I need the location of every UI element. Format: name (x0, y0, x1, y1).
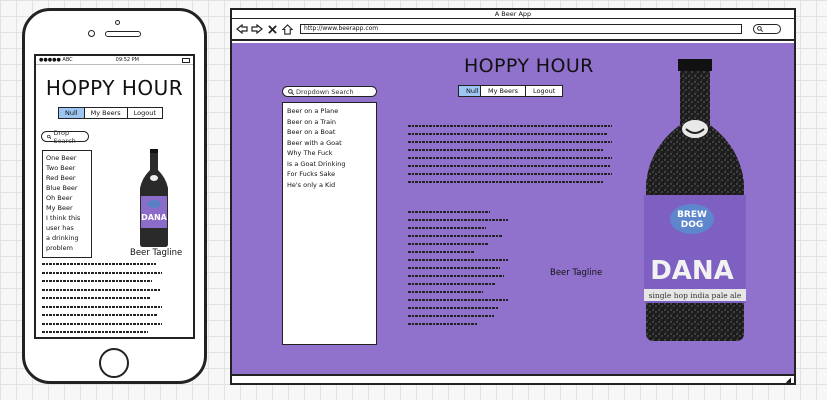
list-item[interactable]: Why The Fuck (287, 148, 372, 159)
page-title: HOPPY HOUR (464, 55, 594, 77)
page-title: HOPPY HOUR (45, 76, 184, 100)
list-item[interactable]: Beer with a Goat (287, 138, 372, 149)
bottle-brand-line2: DOG (681, 220, 704, 230)
list-item[interactable]: He's only a Kid (287, 180, 372, 191)
browser-status-bar: ◢ (232, 374, 794, 384)
list-item[interactable]: Beer on a Boat (287, 127, 372, 138)
tab-null[interactable]: Null (59, 108, 85, 118)
phone-beer-list: One Beer Two Beer Red Beer Blue Beer Oh … (42, 150, 92, 258)
search-placeholder: Dropdown Search (296, 87, 354, 96)
list-item[interactable]: a drinking (46, 233, 88, 243)
list-item[interactable]: Red Beer (46, 173, 88, 183)
description-paragraph-2 (408, 211, 508, 331)
beer-tagline: Beer Tagline (550, 268, 603, 278)
clock-label: 09:52 PM (115, 57, 139, 63)
list-item[interactable]: I think this (46, 213, 88, 223)
list-item[interactable]: For Fucks Sake (287, 169, 372, 180)
list-item[interactable]: user has (46, 223, 88, 233)
dropdown-search-input[interactable]: Dropdown Search (282, 86, 377, 97)
search-placeholder: Drop Search (53, 128, 76, 145)
url-input[interactable]: http://www.beerapp.com (300, 24, 742, 34)
browser-toolbar: http://www.beerapp.com (232, 19, 794, 41)
page-content: HOPPY HOUR Null My Beers Logout Dropdown… (232, 43, 794, 374)
forward-icon[interactable] (251, 23, 263, 35)
beer-bottle-image: DANA (140, 149, 168, 247)
phone-camera-dot (115, 20, 120, 25)
svg-text:DANA: DANA (141, 213, 168, 222)
phone-speaker (105, 31, 141, 37)
list-item[interactable]: Oh Beer (46, 193, 88, 203)
tab-logout[interactable]: Logout (526, 86, 562, 96)
tab-logout[interactable]: Logout (128, 108, 162, 118)
list-item[interactable]: problem (46, 243, 88, 253)
window-title: A Beer App (232, 10, 794, 19)
search-icon (47, 134, 52, 139)
home-button[interactable] (99, 348, 129, 378)
phone-front-camera (88, 30, 95, 37)
search-icon (757, 26, 763, 32)
browser-search-input[interactable] (753, 24, 781, 34)
resize-grip-icon[interactable]: ◢ (786, 376, 791, 384)
carrier-label: ●●●●● ABC (39, 57, 73, 63)
bottle-beer-name: DANA (650, 256, 734, 286)
tab-my-beers[interactable]: My Beers (85, 108, 128, 118)
description-paragraph-1 (408, 125, 612, 189)
beer-bottle-image: BREW DOG DANA single hop india pale ale (644, 59, 746, 341)
stop-icon[interactable] (266, 23, 278, 35)
bottle-style: single hop india pale ale (649, 291, 742, 300)
phone-search-input[interactable]: Drop Search (41, 128, 89, 145)
tab-null[interactable]: Null (459, 86, 481, 96)
list-item[interactable]: Beer on a Plane (287, 106, 372, 117)
home-icon[interactable] (281, 23, 293, 35)
phone-tab-bar: Null My Beers Logout (58, 107, 163, 119)
list-item[interactable]: My Beer (46, 203, 88, 213)
bottle-brand-line1: BREW (677, 210, 707, 220)
description-text (42, 263, 162, 337)
phone-status-bar: ●●●●● ABC 09:52 PM (36, 56, 193, 65)
phone-screen: ●●●●● ABC 09:52 PM HOPPY HOUR Null My Be… (34, 54, 195, 339)
beer-tagline: Beer Tagline (130, 248, 183, 258)
list-item[interactable]: Beer on a Train (287, 117, 372, 128)
phone-mockup: ●●●●● ABC 09:52 PM HOPPY HOUR Null My Be… (22, 8, 207, 384)
search-icon (288, 88, 294, 95)
browser-window: A Beer App http://www.beerapp.com HOPPY … (230, 8, 796, 385)
list-item[interactable]: Two Beer (46, 163, 88, 173)
list-item[interactable]: Blue Beer (46, 183, 88, 193)
tab-bar: Null My Beers Logout (458, 85, 564, 97)
list-item[interactable]: One Beer (46, 153, 88, 163)
list-item[interactable]: Is a Goat Drinking (287, 159, 372, 170)
back-icon[interactable] (236, 23, 248, 35)
tab-my-beers[interactable]: My Beers (481, 86, 527, 96)
beer-list: Beer on a Plane Beer on a Train Beer on … (282, 102, 377, 345)
battery-icon (182, 57, 190, 63)
